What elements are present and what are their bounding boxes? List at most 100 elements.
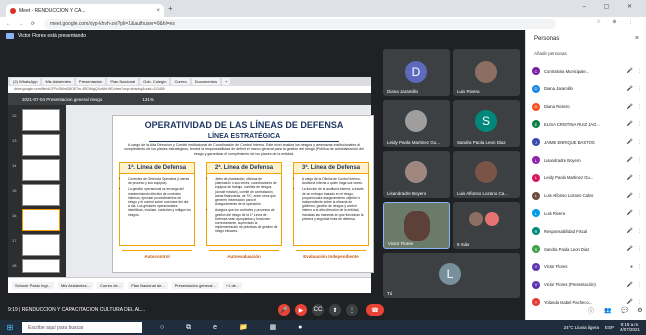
chat-icon[interactable]: 💬	[619, 304, 631, 316]
participant-row[interactable]: L Luis Rivera 🎤 ⋮	[532, 207, 644, 219]
participant-row[interactable]: V Victor Flores (Presentación) 🎤 ⋮	[532, 279, 644, 291]
avatar: Y	[532, 298, 540, 307]
participant-tile[interactable]: Luis Alfonso Lozano Ca...	[453, 151, 520, 198]
mic-button[interactable]: 🎤	[278, 304, 290, 316]
participant-row[interactable]: S Sandra Paola Leon Diaz 🎤 ⋮	[532, 243, 644, 255]
avatar	[475, 161, 497, 183]
defense-line-heading: 1ª. Línea de Defensa	[120, 163, 194, 174]
browser-menu-icons[interactable]: ☆ ⊕ ⋮	[597, 19, 638, 25]
mic-icon[interactable]: 🎤	[627, 121, 633, 127]
participant-name: Responsabilidad Fiscal	[544, 228, 588, 234]
participant-tile[interactable]: Leidy Paola Martinez Gu...	[383, 100, 450, 147]
nav-icons[interactable]: ← → ⟳	[6, 21, 38, 27]
mic-icon[interactable]: 🎤	[627, 86, 633, 92]
activities-icon[interactable]: ⚙	[634, 304, 646, 316]
participant-row[interactable]: J JAIME ENRIQUE BASTOS 🎤 ⋮	[532, 136, 644, 148]
participant-tile[interactable]: Lisandradre Boyero	[383, 151, 450, 198]
participant-row[interactable]: R Responsabilidad Fiscal 🎤 ⋮	[532, 225, 644, 237]
defense-line-3: 3ª. Línea de Defensa A cargo de la Ofici…	[293, 162, 369, 246]
participant-name: Leidy Paola Martinez Gu...	[544, 175, 594, 181]
language-label[interactable]: ESP	[605, 325, 614, 330]
participant-name: Victor Flores	[388, 241, 414, 246]
mic-icon[interactable]: 🎤	[627, 157, 633, 163]
more-options-icon[interactable]: ⋮	[637, 86, 642, 92]
address-bar-row: ← → ⟳ meet.google.com/xyp-khvh-zvi?pli=1…	[0, 17, 646, 30]
avatar	[469, 212, 483, 226]
slide-number: 17	[12, 238, 17, 243]
shared-tab: (2) WhatsApp	[10, 78, 41, 85]
self-tile[interactable]: L Tú	[383, 253, 520, 298]
more-options-button[interactable]: ⋮	[346, 304, 358, 316]
more-options-icon[interactable]: ⋮	[637, 210, 642, 216]
avatar: V	[532, 280, 540, 289]
participant-row[interactable]: V Victor Flores ● ⋮	[532, 261, 644, 273]
participant-tile[interactable]: S Sandra Paola Leon Diaz	[453, 100, 520, 147]
more-participants-tile[interactable]: 5 más	[453, 202, 520, 249]
more-options-icon[interactable]: ⋮	[637, 104, 642, 110]
slide-thumbnail	[22, 184, 60, 206]
more-options-icon[interactable]: ⋮	[637, 228, 642, 234]
more-options-icon[interactable]: ⋮	[637, 193, 642, 199]
weather-label[interactable]: 24°C Lluvia ligera	[564, 325, 599, 330]
info-icon[interactable]: ⓘ	[585, 304, 597, 316]
shared-tab: Mis Asistentes	[42, 78, 75, 85]
add-people-button[interactable]: Añadir personas	[534, 51, 567, 56]
more-options-icon[interactable]: ⋮	[637, 68, 642, 74]
tab-close-icon[interactable]: ×	[156, 8, 160, 14]
taskbar-app-icons[interactable]: ○ ⧉ e 📁 ▦ ●	[160, 323, 312, 332]
more-options-icon[interactable]: ⋮	[637, 139, 642, 145]
participant-row[interactable]: L Leidy Paola Martinez Gu... 🎤 ⋮	[532, 172, 644, 184]
more-options-icon[interactable]: ⋮	[637, 282, 642, 288]
end-call-button[interactable]: ☎	[366, 304, 384, 316]
more-options-icon[interactable]: ⋮	[637, 157, 642, 163]
mic-icon[interactable]: 🎤	[627, 246, 633, 252]
browser-chrome: Meet - RENDUCCION Y CA... × + – ▢ ✕ ← → …	[0, 0, 646, 30]
slide-intro: A cargo de la Alta Dirección y Comité In…	[124, 143, 364, 156]
window-controls[interactable]: – ▢ ✕	[583, 3, 640, 10]
captions-button[interactable]: CC	[312, 304, 324, 316]
avatar: L	[532, 156, 540, 164]
more-options-icon[interactable]: ⋮	[637, 121, 642, 127]
mic-icon[interactable]: 🎤	[627, 282, 633, 288]
participant-row[interactable]: E ELISA CRISTINA RUIZ JAG... 🎤 ⋮	[532, 118, 644, 130]
clock[interactable]: 9:19 a.m. 4/07/2021	[620, 322, 640, 332]
slide-number: 18	[12, 263, 17, 268]
participant-row[interactable]: L Lisandradre Boyero 🎤 ⋮	[532, 154, 644, 166]
people-icon[interactable]: 👥	[602, 304, 614, 316]
participant-name: Victor Flores (Presentación)	[544, 282, 596, 288]
present-button[interactable]: ⬆	[329, 304, 341, 316]
participant-row[interactable]: C Contraloria Municipale... 🎤 ⋮	[532, 65, 644, 77]
slide-footer: Autoevaluación	[209, 250, 279, 270]
mic-icon[interactable]: ●	[630, 264, 633, 270]
participant-tile[interactable]: D Diana Jaramillo	[383, 49, 450, 96]
mic-icon[interactable]: 🎤	[627, 175, 633, 181]
more-options-icon[interactable]: ⋮	[637, 246, 642, 252]
participant-name: Luis Rivera	[544, 210, 565, 216]
mic-icon[interactable]: 🎤	[627, 68, 633, 74]
mic-icon[interactable]: 🎤	[627, 210, 633, 216]
active-speaker-tile[interactable]: Victor Flores	[383, 202, 450, 249]
browser-tab-meet[interactable]: Meet - RENDUCCION Y CA... ×	[6, 4, 164, 17]
more-options-icon[interactable]: ⋮	[637, 175, 642, 181]
more-options-icon[interactable]: ⋮	[637, 264, 642, 270]
mic-icon[interactable]: 🎤	[627, 228, 633, 234]
camera-button[interactable]: ▶	[295, 304, 307, 316]
participant-name: Yolanda Isabel Pacheco...	[544, 299, 593, 305]
mic-icon[interactable]: 🎤	[627, 139, 633, 145]
mic-icon[interactable]: 🎤	[627, 193, 633, 199]
defense-line-2: 2ª. Línea de Defensa Jefes de planeación…	[206, 162, 282, 246]
slide-number: 15	[12, 188, 17, 193]
avatar: L	[439, 263, 461, 285]
participant-row[interactable]: D Diana Rosero 🎤 ⋮	[532, 101, 644, 113]
slide-divider	[149, 141, 339, 142]
participant-tile[interactable]: Luis Rivera	[453, 49, 520, 96]
url-input[interactable]: meet.google.com/xyp-khvh-zvi?pli=1&authu…	[43, 18, 556, 29]
participant-row[interactable]: D Diana Jaramillo 🎤 ⋮	[532, 83, 644, 95]
slide-thumbnail	[22, 159, 60, 181]
taskbar-search-input[interactable]: Escribe aquí para buscar	[22, 322, 142, 333]
windows-start-icon[interactable]: ⊞	[4, 320, 16, 335]
new-tab-button[interactable]: +	[168, 4, 173, 13]
participant-row[interactable]: L Luis Alfonso Lozano Calvo 🎤 ⋮	[532, 190, 644, 202]
close-icon[interactable]: ×	[635, 35, 639, 42]
mic-icon[interactable]: 🎤	[627, 104, 633, 110]
